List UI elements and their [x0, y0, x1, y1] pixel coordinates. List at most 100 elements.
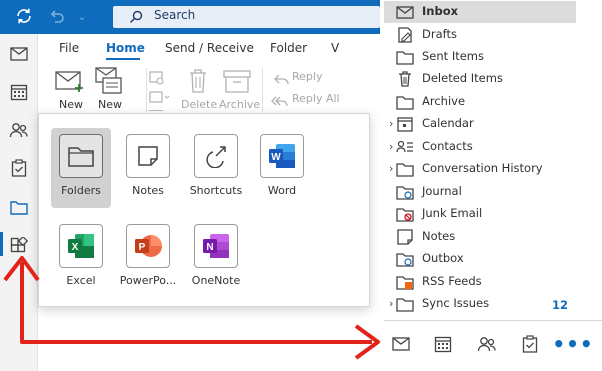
tasks-icon[interactable]	[9, 158, 29, 178]
search-box[interactable]: Search	[113, 6, 380, 28]
active-indicator	[0, 232, 3, 256]
people-icon[interactable]	[9, 120, 29, 140]
drafts-icon	[398, 27, 412, 43]
chevron-right-icon[interactable]: ›	[389, 297, 393, 310]
folder-journal[interactable]: Journal	[384, 181, 576, 203]
folder-name: Inbox	[422, 4, 459, 18]
folder-sync-issues[interactable]: › Sync Issues	[384, 293, 576, 315]
new-email-label[interactable]: New	[59, 98, 83, 111]
mail-icon[interactable]	[390, 333, 412, 355]
rss-icon	[396, 276, 414, 290]
folder-icon[interactable]	[9, 197, 29, 217]
ignore-icon[interactable]	[149, 70, 165, 89]
folder-name: Calendar	[422, 116, 474, 130]
folder-archive[interactable]: Archive	[384, 91, 576, 113]
excel-app-icon: X	[59, 224, 103, 268]
delete-label[interactable]: Delete	[181, 98, 217, 111]
shortcuts-app-icon	[194, 134, 238, 178]
onenote-app-icon: N	[194, 224, 238, 268]
new-email-icon[interactable]	[55, 68, 85, 100]
folder-outline-icon	[396, 163, 414, 177]
tab-home-underline	[106, 58, 140, 60]
word-app-icon: W	[260, 134, 304, 178]
folder-name: Outbox	[422, 251, 464, 265]
reply-all-label[interactable]: Reply All	[292, 92, 340, 105]
svg-text:X: X	[72, 242, 79, 253]
inbox-icon	[396, 6, 414, 19]
tasks-icon[interactable]	[519, 333, 541, 355]
reply-icon[interactable]	[273, 70, 289, 89]
clean-up-icon[interactable]	[149, 90, 171, 109]
tab-file[interactable]: File	[59, 41, 79, 55]
folder-name: Conversation History	[422, 161, 543, 175]
left-app-rail	[0, 34, 38, 371]
outlook-window: ⌄ Search File Home Send / Receive Folder…	[0, 0, 602, 371]
folder-name: Contacts	[422, 139, 473, 153]
tab-folder[interactable]: Folder	[270, 41, 307, 55]
new-items-icon[interactable]	[95, 66, 123, 100]
app-label: OneNote	[191, 274, 241, 287]
mail-icon[interactable]	[9, 44, 29, 64]
junk-icon	[396, 208, 414, 222]
folder-contacts[interactable]: › Contacts	[384, 136, 576, 158]
archive-label[interactable]: Archive	[219, 98, 260, 111]
folder-sent-items[interactable]: Sent Items	[384, 46, 576, 68]
trash-icon	[399, 71, 411, 87]
archive-icon[interactable]	[223, 70, 251, 98]
sent-items-icon	[396, 51, 414, 65]
folder-notes[interactable]: Notes	[384, 226, 576, 248]
folder-drafts[interactable]: Drafts	[384, 24, 576, 46]
folder-outline-icon	[396, 96, 414, 110]
folder-calendar[interactable]: › Calendar	[384, 113, 576, 135]
delete-icon[interactable]	[188, 68, 208, 98]
powerpoint-app-icon: P	[126, 224, 170, 268]
folder-name: Deleted Items	[422, 71, 503, 85]
folder-outline-icon	[396, 298, 414, 312]
folder-name: Sent Items	[422, 49, 484, 63]
tab-home[interactable]: Home	[106, 41, 145, 55]
folder-name: Junk Email	[422, 206, 483, 220]
app-folders[interactable]: Folders	[51, 128, 111, 208]
tab-view[interactable]: V	[331, 41, 339, 55]
ribbon-divider-2	[262, 68, 263, 112]
ribbon-divider	[146, 68, 147, 112]
folder-outbox[interactable]: Outbox	[384, 248, 576, 270]
chevron-right-icon[interactable]: ›	[389, 140, 393, 153]
notes-app-icon	[126, 134, 170, 178]
chevron-right-icon[interactable]: ›	[389, 162, 393, 175]
app-word[interactable]: W Word	[252, 128, 312, 198]
folder-name: Drafts	[422, 27, 457, 41]
reply-label[interactable]: Reply	[292, 70, 322, 83]
folder-deleted-items[interactable]: Deleted Items	[384, 68, 576, 90]
app-shortcuts[interactable]: Shortcuts	[186, 128, 246, 198]
app-onenote[interactable]: N OneNote	[186, 218, 246, 288]
sync-icon[interactable]	[14, 7, 34, 27]
reply-all-icon[interactable]	[271, 92, 289, 111]
tab-send-receive[interactable]: Send / Receive	[165, 41, 254, 55]
new-items-label[interactable]: New	[98, 98, 122, 111]
folder-name: Journal	[422, 184, 462, 198]
app-powerpoint[interactable]: P PowerPo...	[118, 218, 178, 288]
app-notes[interactable]: Notes	[118, 128, 178, 198]
search-icon	[130, 10, 143, 23]
folder-junk-email[interactable]: Junk Email	[384, 203, 576, 225]
journal-icon	[396, 186, 414, 200]
svg-text:N: N	[206, 242, 213, 253]
folder-inbox[interactable]: Inbox	[384, 1, 576, 23]
svg-text:W: W	[271, 152, 281, 163]
folder-name: Archive	[422, 94, 466, 108]
chevron-right-icon[interactable]: ›	[389, 117, 393, 130]
folder-conversation-history[interactable]: › Conversation History	[384, 158, 576, 180]
more-apps-icon[interactable]	[9, 236, 29, 256]
people-icon[interactable]	[476, 333, 498, 355]
calendar-icon[interactable]	[432, 333, 454, 355]
folder-rss-feeds[interactable]: RSS Feeds	[384, 271, 576, 293]
more-options-icon[interactable]: •••	[552, 333, 592, 355]
undo-dropdown-icon[interactable]: ⌄	[72, 8, 92, 28]
calendar-icon[interactable]	[9, 82, 29, 102]
folder-name: RSS Feeds	[422, 274, 482, 288]
undo-icon[interactable]	[46, 7, 66, 27]
app-excel[interactable]: X Excel	[51, 218, 111, 288]
contacts-icon	[396, 140, 413, 153]
folder-pane: Inbox Drafts Sent Items Deleted Items Ar…	[384, 0, 602, 371]
